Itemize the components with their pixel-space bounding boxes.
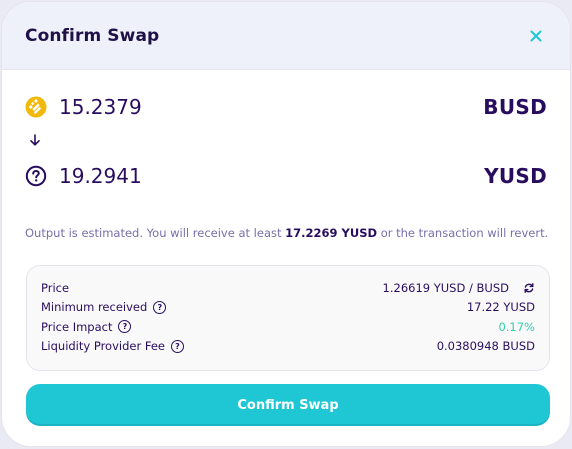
output-token-row: 19.2941 YUSD [25,162,547,190]
unknown-token-icon [25,165,47,187]
note-suffix: or the transaction will revert. [377,226,549,240]
lp-fee-label-wrap: Liquidity Provider Fee ? [41,339,184,353]
modal-header: Confirm Swap [2,2,570,70]
help-icon[interactable]: ? [118,320,132,334]
refresh-icon[interactable] [523,282,535,294]
price-impact-label-wrap: Price Impact ? [41,319,132,334]
close-icon[interactable] [530,30,542,42]
lp-fee-value: 0.0380948 BUSD [436,339,535,354]
arrow-down-icon [30,134,40,146]
note-minimum: 17.2269 YUSD [285,226,378,240]
input-token-row: 15.2379 BUSD [25,93,547,121]
price-value-wrap: 1.26619 YUSD / BUSD [383,281,535,295]
price-row: Price 1.26619 YUSD / BUSD [41,278,535,298]
output-symbol: YUSD [484,164,547,188]
output-amount: 19.2941 [59,164,142,188]
close-button[interactable] [524,24,548,48]
input-symbol: BUSD [483,95,547,119]
price-label: Price [41,280,70,295]
lp-fee-row: Liquidity Provider Fee ? 0.0380948 BUSD [41,337,535,357]
min-received-row: Minimum received ? 17.22 YUSD [41,298,535,318]
busd-token-icon [25,96,47,118]
estimate-note: Output is estimated. You will receive at… [25,226,548,240]
price-value: 1.26619 YUSD / BUSD [382,280,509,295]
modal-title: Confirm Swap [25,26,160,46]
help-icon[interactable]: ? [153,300,167,314]
price-impact-row: Price Impact ? 0.17% [41,317,535,337]
price-impact-label: Price Impact [41,319,113,334]
price-impact-value: 0.17% [498,319,535,334]
min-received-value: 17.22 YUSD [466,300,535,315]
input-amount: 15.2379 [59,95,142,119]
min-received-label-wrap: Minimum received ? [41,300,167,315]
note-prefix: Output is estimated. You will receive at… [25,226,286,240]
min-received-label: Minimum received [41,300,148,315]
lp-fee-label: Liquidity Provider Fee [41,339,165,354]
swap-details-panel: Price 1.26619 YUSD / BUSD Minimum receiv… [26,265,550,371]
help-icon[interactable]: ? [171,339,184,353]
confirm-swap-modal: Confirm Swap 15.2379 BUSD 19.2941 YUSD O… [1,1,571,447]
confirm-swap-button[interactable]: Confirm Swap [26,384,550,426]
